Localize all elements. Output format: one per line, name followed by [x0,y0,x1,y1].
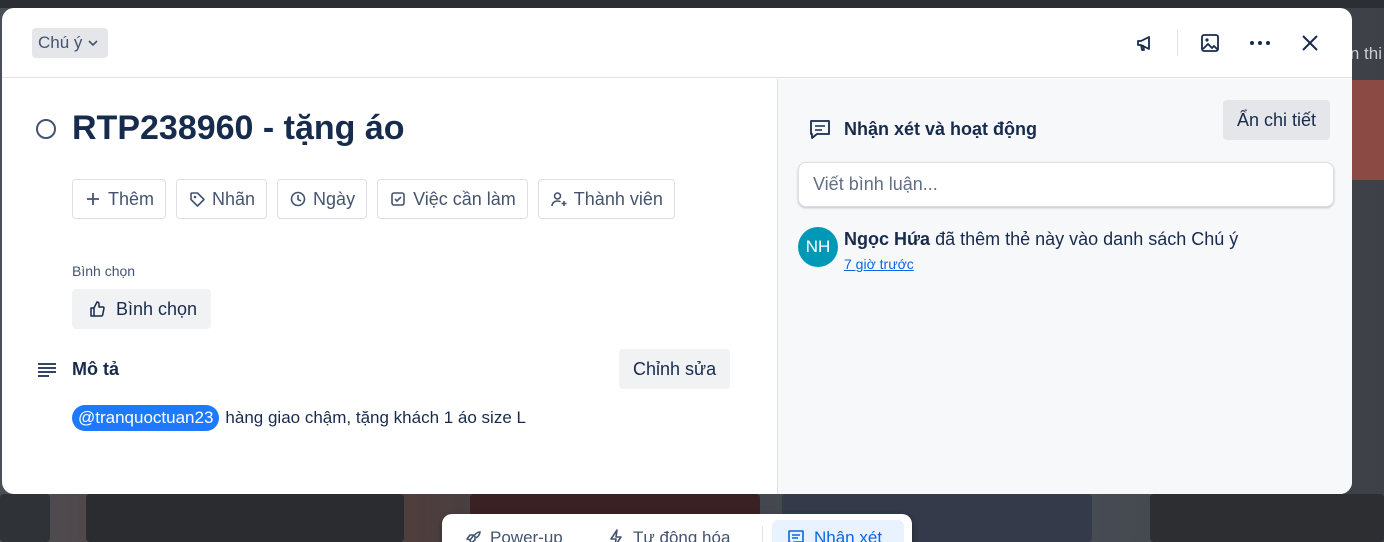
vote-button-label: Bình chọn [116,298,198,319]
description-body[interactable]: @tranquoctuan23 hàng giao chậm, tặng khá… [72,405,526,431]
checkbox-icon [391,192,405,206]
modal-header: Chú ý [2,8,1352,78]
image-icon [1201,34,1219,52]
vote-button[interactable]: Bình chọn [72,289,212,329]
clock-icon [290,191,306,207]
user-mention[interactable]: @tranquoctuan23 [72,405,220,431]
more-options-button[interactable] [1242,26,1278,60]
labels-button[interactable]: Nhãn [176,179,268,219]
hide-details-button[interactable]: Ẩn chi tiết [1223,100,1331,140]
action-label: Ngày [313,188,356,209]
dates-button[interactable]: Ngày [277,179,368,219]
power-ups-label: Power-up [490,528,563,542]
tag-icon [190,192,205,207]
card-detail-modal: Chú ý RTP238960 - tặng áo Thêm Nhãn Ngày… [2,8,1352,494]
cover-image-button[interactable] [1192,26,1228,60]
activity-text: Ngọc Hứa đã thêm thẻ này vào danh sách C… [844,229,1238,250]
description-text: hàng giao chậm, tặng khách 1 áo size L [225,408,526,427]
rocket-icon [466,531,481,542]
chevron-down-icon [88,40,98,47]
background-card [1352,80,1384,180]
action-label: Thêm [108,188,155,209]
background-text: n thi [1349,44,1382,63]
bottom-bar-divider [762,526,763,542]
activity-user: Ngọc Hứa [844,229,931,249]
vote-section-label: Bình chọn [72,263,136,279]
checklist-button[interactable]: Việc cần làm [377,179,528,219]
card-title[interactable]: RTP238960 - tặng áo [72,109,405,148]
automation-label: Tự động hóa [633,528,731,542]
board-bottom-bar: Power-up Tự động hóa Nhận xét [442,514,912,542]
mark-complete-checkbox[interactable] [36,119,56,139]
edit-description-button[interactable]: Chỉnh sửa [619,349,731,389]
lightning-icon [610,529,622,542]
card-actions: Thêm Nhãn Ngày Việc cần làm Thành viên [72,179,675,219]
activity-time-link[interactable]: 7 giờ trước [844,256,914,272]
automation-button[interactable]: Tự động hóa [607,528,730,542]
add-user-icon [550,192,567,207]
comment-input[interactable]: Viết bình luận... [798,162,1334,207]
avatar[interactable]: NH [798,227,838,267]
ellipsis-icon [1250,41,1270,45]
plus-icon [87,193,99,205]
activity-action: đã thêm thẻ này vào danh sách Chú ý [935,229,1239,249]
action-label: Thành viên [573,188,663,209]
description-title: Mô tả [72,359,119,379]
activity-panel: Nhận xét và hoạt động Ẩn chi tiết Viết b… [777,79,1352,494]
activity-title: Nhận xét và hoạt động [844,119,1038,139]
comment-icon [788,530,804,542]
comments-button[interactable]: Nhận xét [786,528,882,542]
action-label: Nhãn [212,188,256,209]
close-button[interactable] [1292,26,1328,60]
backdrop-strip [0,0,1384,8]
background-tile [1150,494,1384,542]
comments-label: Nhận xét [814,528,883,542]
list-selector[interactable]: Chú ý [32,28,109,58]
thumbs-up-icon [90,301,105,317]
comment-icon [808,117,832,146]
card-main-panel: RTP238960 - tặng áo Thêm Nhãn Ngày Việc … [2,79,777,494]
power-ups-button[interactable]: Power-up [462,528,563,542]
list-chip-label: Chú ý [38,33,83,52]
megaphone-icon [1137,36,1150,51]
header-divider [1177,30,1178,56]
header-actions [1113,26,1328,60]
action-label: Việc cần làm [413,188,516,209]
megaphone-button[interactable] [1127,26,1163,60]
members-button[interactable]: Thành viên [537,179,675,219]
close-icon [1302,35,1318,51]
background-tile [0,494,50,542]
description-icon [36,361,58,386]
background-tile [86,494,404,542]
add-button[interactable]: Thêm [72,179,167,219]
